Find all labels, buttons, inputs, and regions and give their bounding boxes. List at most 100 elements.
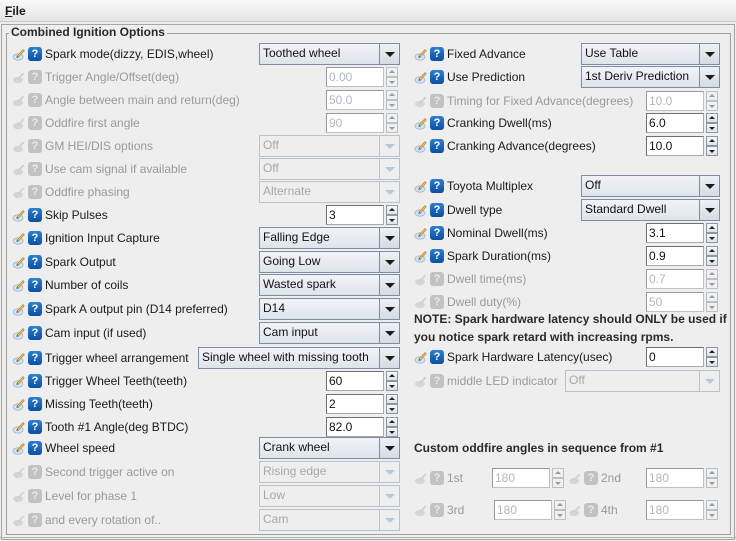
- chevron-down-icon[interactable]: [379, 348, 399, 368]
- increment-icon[interactable]: [706, 136, 718, 146]
- chevron-down-icon[interactable]: [699, 44, 719, 64]
- spark-mode-dizzy-edis-wheel-dropdown[interactable]: Toothed wheel: [259, 43, 400, 65]
- increment-icon[interactable]: [706, 246, 718, 256]
- chevron-down-icon[interactable]: [379, 252, 399, 272]
- trigger-wheel-arrangement-dropdown[interactable]: Single wheel with missing tooth: [198, 347, 400, 369]
- increment-icon[interactable]: [706, 347, 718, 357]
- pen-icon[interactable]: [414, 116, 428, 130]
- pen-icon[interactable]: [414, 139, 428, 153]
- pen-icon[interactable]: [414, 249, 428, 263]
- cranking-dwell-ms-input[interactable]: 6.0: [646, 113, 704, 133]
- increment-icon[interactable]: [706, 113, 718, 123]
- pen-icon[interactable]: [12, 47, 26, 61]
- pen-icon[interactable]: [414, 70, 428, 84]
- decrement-icon[interactable]: [386, 381, 398, 391]
- wheel-speed-dropdown[interactable]: Crank wheel: [259, 437, 400, 459]
- help-icon[interactable]: ?: [28, 441, 42, 455]
- pen-icon[interactable]: [414, 47, 428, 61]
- pen-icon[interactable]: [12, 208, 26, 222]
- help-icon[interactable]: ?: [28, 326, 42, 340]
- pen-icon[interactable]: [12, 374, 26, 388]
- chevron-down-icon[interactable]: [699, 176, 719, 196]
- skip-pulses-input[interactable]: 3: [326, 205, 384, 225]
- pen-icon[interactable]: [414, 179, 428, 193]
- chevron-down-icon[interactable]: [379, 299, 399, 319]
- pen-icon[interactable]: [12, 255, 26, 269]
- help-icon[interactable]: ?: [28, 420, 42, 434]
- cranking-advance-degrees-input[interactable]: 10.0: [646, 136, 704, 156]
- dwell-type-dropdown[interactable]: Standard Dwell: [581, 199, 720, 221]
- help-icon[interactable]: ?: [430, 203, 444, 217]
- missing-teeth-teeth-input[interactable]: 2: [326, 394, 384, 414]
- help-icon[interactable]: ?: [430, 179, 444, 193]
- spark-hardware-latency-usec-input[interactable]: 0: [646, 347, 704, 367]
- decrement-icon[interactable]: [706, 256, 718, 266]
- chevron-down-icon[interactable]: [699, 200, 719, 220]
- pen-icon[interactable]: [12, 397, 26, 411]
- help-icon[interactable]: ?: [28, 397, 42, 411]
- increment-icon[interactable]: [386, 394, 398, 404]
- help-icon[interactable]: ?: [28, 302, 42, 316]
- chevron-down-icon[interactable]: [379, 438, 399, 458]
- chevron-down-icon[interactable]: [379, 44, 399, 64]
- number-of-coils-dropdown[interactable]: Wasted spark: [259, 274, 400, 296]
- fixed-advance-dropdown[interactable]: Use Table: [581, 43, 720, 65]
- menu-file[interactable]: File: [5, 4, 26, 18]
- pen-icon[interactable]: [12, 231, 26, 245]
- help-icon[interactable]: ?: [430, 226, 444, 240]
- use-prediction-dropdown[interactable]: 1st Deriv Prediction: [581, 66, 720, 88]
- setting-label: Spark Duration(ms): [447, 249, 552, 263]
- increment-icon[interactable]: [386, 205, 398, 215]
- chevron-down-icon[interactable]: [379, 275, 399, 295]
- help-icon[interactable]: ?: [28, 47, 42, 61]
- decrement-icon[interactable]: [386, 215, 398, 225]
- pen-icon[interactable]: [12, 278, 26, 292]
- chevron-down-icon[interactable]: [379, 323, 399, 343]
- increment-icon[interactable]: [706, 223, 718, 233]
- decrement-icon[interactable]: [706, 357, 718, 367]
- spark-a-output-pin-d14-preferred-dropdown[interactable]: D14: [259, 298, 400, 320]
- help-icon[interactable]: ?: [430, 70, 444, 84]
- setting-label: 2nd: [601, 471, 622, 485]
- pen-icon[interactable]: [12, 302, 26, 316]
- help-icon[interactable]: ?: [28, 208, 42, 222]
- tooth-1-angle-deg-btdc-input[interactable]: 82.0: [326, 417, 384, 437]
- help-icon[interactable]: ?: [430, 249, 444, 263]
- help-icon[interactable]: ?: [28, 374, 42, 388]
- pen-icon[interactable]: [12, 441, 26, 455]
- help-icon[interactable]: ?: [430, 47, 444, 61]
- spark-duration-ms-input[interactable]: 0.9: [646, 246, 704, 266]
- help-icon[interactable]: ?: [28, 255, 42, 269]
- pen-icon[interactable]: [12, 351, 26, 365]
- ignition-input-capture-dropdown[interactable]: Falling Edge: [259, 227, 400, 249]
- dropdown-value: Alternate: [263, 184, 312, 198]
- pen-icon[interactable]: [414, 203, 428, 217]
- spark-output-dropdown[interactable]: Going Low: [259, 251, 400, 273]
- pen-icon[interactable]: [12, 420, 26, 434]
- setting-label: 3rd: [447, 503, 465, 517]
- help-icon[interactable]: ?: [430, 350, 444, 364]
- help-icon[interactable]: ?: [430, 139, 444, 153]
- cam-input-if-used-dropdown[interactable]: Cam input: [259, 322, 400, 344]
- pen-icon[interactable]: [12, 326, 26, 340]
- toyota-multiplex-dropdown[interactable]: Off: [581, 175, 720, 197]
- decrement-icon[interactable]: [706, 233, 718, 243]
- chevron-down-icon[interactable]: [699, 67, 719, 87]
- help-icon[interactable]: ?: [430, 116, 444, 130]
- decrement-icon[interactable]: [706, 123, 718, 133]
- increment-icon[interactable]: [386, 417, 398, 427]
- help-icon: ?: [28, 185, 42, 199]
- decrement-icon[interactable]: [386, 404, 398, 414]
- help-icon[interactable]: ?: [28, 278, 42, 292]
- trigger-wheel-teeth-teeth-input[interactable]: 60: [326, 371, 384, 391]
- decrement-icon[interactable]: [706, 146, 718, 156]
- nominal-dwell-ms-input[interactable]: 3.1: [646, 223, 704, 243]
- pen-icon[interactable]: [414, 226, 428, 240]
- pen-icon[interactable]: [414, 350, 428, 364]
- help-icon[interactable]: ?: [28, 351, 42, 365]
- chevron-down-icon[interactable]: [379, 228, 399, 248]
- increment-icon[interactable]: [386, 371, 398, 381]
- setting-label: Tooth #1 Angle(deg BTDC): [45, 420, 189, 434]
- decrement-icon[interactable]: [386, 427, 398, 437]
- help-icon[interactable]: ?: [28, 231, 42, 245]
